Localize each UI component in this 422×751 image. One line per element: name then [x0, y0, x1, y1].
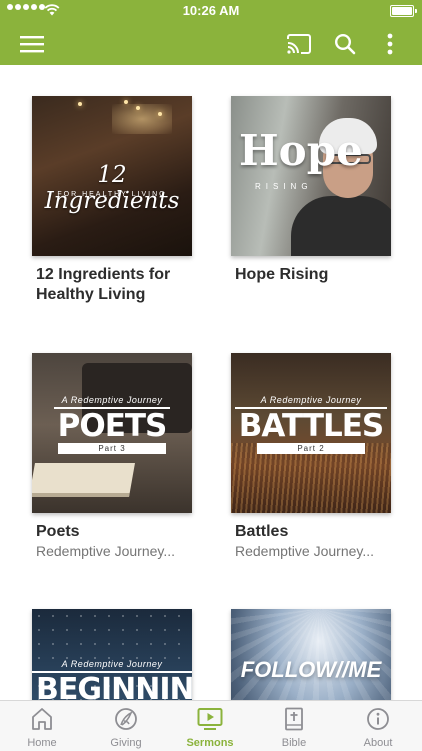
more-options-button[interactable]	[370, 22, 410, 65]
artwork-title: Hope	[239, 126, 363, 175]
bottom-tab-bar: Home Giving Sermons Bible About	[0, 700, 422, 751]
sermon-artwork: A Redemptive Journey BEGINNINGS	[32, 609, 192, 700]
artwork-title: 12 Ingredients	[44, 162, 180, 214]
search-button[interactable]	[325, 22, 365, 65]
search-icon	[334, 33, 356, 54]
sermon-grid: 12 Ingredients FOR HEALTHY LIVING 12 Ing…	[0, 65, 422, 700]
giving-icon	[115, 708, 137, 730]
more-vertical-icon	[387, 33, 393, 54]
artwork-part: Part 3	[58, 443, 166, 454]
sermon-title: Poets	[36, 523, 80, 540]
sermon-artwork: A Redemptive Journey POETS Part 3	[32, 353, 192, 513]
cast-button[interactable]	[279, 22, 319, 65]
sermon-artwork: FOLLOW//ME	[231, 609, 391, 700]
tab-label: About	[363, 737, 393, 749]
sermon-card-follow-me[interactable]: FOLLOW//ME	[231, 609, 391, 700]
tab-sermons[interactable]: Sermons	[168, 701, 252, 751]
artwork-kicker: A Redemptive Journey	[260, 395, 362, 405]
menu-icon	[20, 35, 44, 52]
artwork-kicker: A Redemptive Journey	[61, 659, 163, 669]
sermon-card-hope-rising[interactable]: Hope RISING Hope Rising	[231, 96, 391, 285]
status-bar: 10:26 AM	[0, 0, 422, 22]
sermon-subtitle: Redemptive Journey...	[36, 543, 176, 559]
artwork-subtitle: RISING	[255, 182, 313, 191]
artwork-title: BEGINNINGS	[32, 671, 192, 700]
sermon-card-battles[interactable]: A Redemptive Journey BATTLES Part 2 Batt…	[231, 353, 391, 560]
artwork-title: POETS	[53, 407, 171, 443]
artwork-title: FOLLOW//ME	[240, 657, 382, 682]
tab-about[interactable]: About	[336, 701, 420, 751]
status-time: 10:26 AM	[182, 3, 240, 18]
tab-label: Giving	[110, 737, 142, 749]
tab-label: Sermons	[186, 737, 234, 749]
sermon-title: 12 Ingredients for Healthy Living	[36, 266, 171, 303]
menu-button[interactable]	[12, 22, 52, 65]
artwork-title: BATTLES	[234, 407, 388, 443]
app-bar	[0, 22, 422, 65]
artwork-part: Part 2	[257, 443, 365, 454]
sermon-card-poets[interactable]: A Redemptive Journey POETS Part 3 Poets …	[32, 353, 192, 560]
sermon-title: Battles	[235, 523, 289, 540]
tv-play-icon	[197, 708, 223, 730]
tab-label: Home	[27, 737, 57, 749]
sermon-card-beginnings[interactable]: A Redemptive Journey BEGINNINGS	[32, 609, 192, 700]
sermon-artwork: Hope RISING	[231, 96, 391, 256]
tab-giving[interactable]: Giving	[84, 701, 168, 751]
tab-bible[interactable]: Bible	[252, 701, 336, 751]
info-icon	[367, 708, 389, 730]
tab-home[interactable]: Home	[0, 701, 84, 751]
sermon-artwork: A Redemptive Journey BATTLES Part 2	[231, 353, 391, 513]
cast-icon	[287, 33, 311, 54]
battery-icon	[390, 5, 417, 17]
sermon-subtitle: Redemptive Journey...	[235, 543, 375, 559]
sermon-artwork: 12 Ingredients FOR HEALTHY LIVING	[32, 96, 192, 256]
bible-icon	[285, 707, 303, 731]
artwork-subtitle: FOR HEALTHY LIVING	[57, 191, 167, 198]
sermon-card-12-ingredients[interactable]: 12 Ingredients FOR HEALTHY LIVING 12 Ing…	[32, 96, 192, 305]
tab-label: Bible	[281, 737, 307, 749]
sermon-title: Hope Rising	[235, 266, 329, 283]
artwork-kicker: A Redemptive Journey	[61, 395, 163, 405]
home-icon	[32, 708, 52, 730]
